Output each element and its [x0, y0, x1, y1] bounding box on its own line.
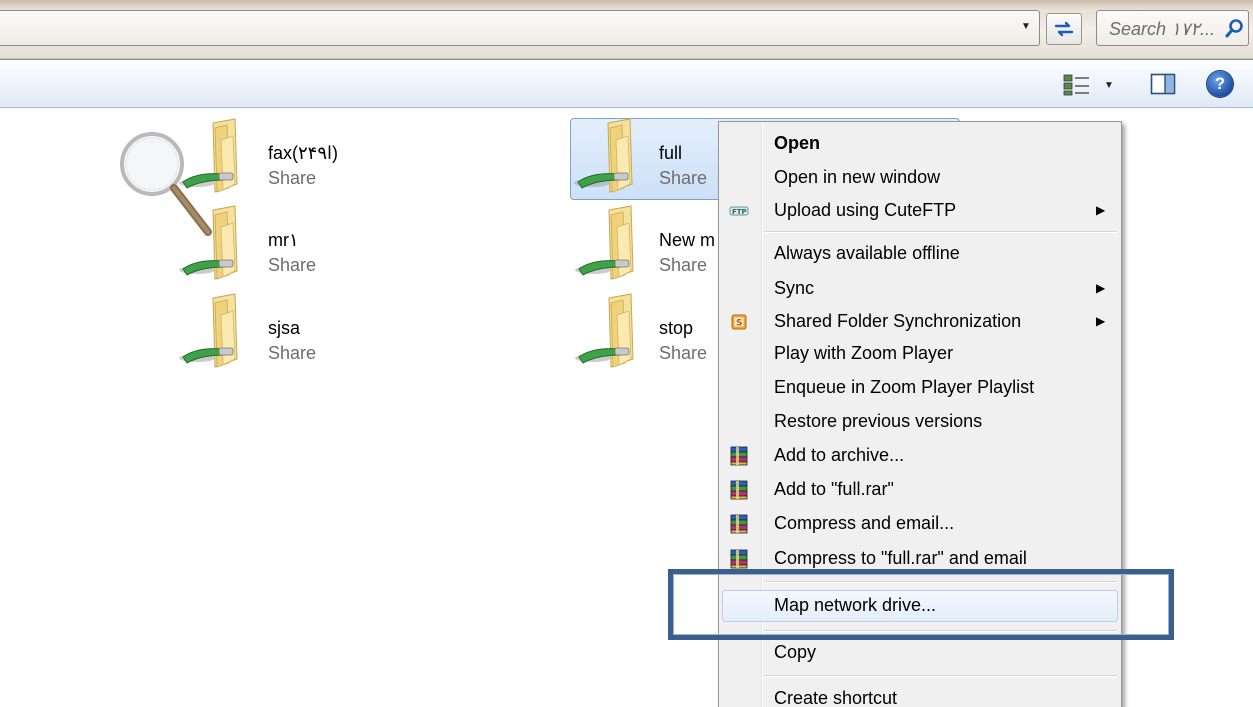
menu-item-label: Sync: [774, 278, 815, 298]
menu-item-play-zoom[interactable]: Play with Zoom Player: [722, 338, 1118, 370]
folder-name: New m: [659, 230, 716, 250]
winrar-icon: [730, 549, 748, 569]
menu-item-compress-email[interactable]: Compress and email...: [722, 508, 1118, 540]
refresh-arrows-icon: [1054, 21, 1074, 37]
menu-separator: [765, 231, 1117, 233]
menu-item-label: Restore previous versions: [774, 411, 983, 431]
folder-subtitle: Share: [268, 343, 317, 363]
menu-item-label: Always available offline: [774, 243, 960, 263]
menu-separator: [765, 675, 1117, 677]
menu-item-enqueue-zoom[interactable]: Enqueue in Zoom Player Playlist: [722, 372, 1118, 404]
menu-item-label: Open in new window: [774, 167, 941, 187]
shared-folder-icon: [574, 118, 633, 193]
menu-item-label: Add to "full.rar": [774, 479, 894, 499]
folder-name: sjsa: [268, 318, 301, 338]
menu-item-sync[interactable]: Sync ▶: [722, 273, 1118, 305]
menu-item-add-archive[interactable]: Add to archive...: [722, 440, 1118, 472]
menu-item-label: Create shortcut: [774, 688, 898, 707]
winrar-icon: [730, 446, 748, 466]
change-view-icon[interactable]: [1063, 74, 1091, 96]
shared-folder-icon: [575, 293, 634, 368]
menu-item-add-full-rar[interactable]: Add to "full.rar": [722, 474, 1118, 506]
magnifier-overlay-icon: [120, 132, 212, 236]
menu-item-restore-versions[interactable]: Restore previous versions: [722, 406, 1118, 438]
menu-item-label: Add to archive...: [774, 445, 905, 465]
menu-item-open-new-window[interactable]: Open in new window: [722, 162, 1118, 194]
shared-folder-icon: [575, 205, 634, 280]
menu-item-label: Compress to "full.rar" and email: [774, 548, 1027, 568]
menu-item-label: Shared Folder Synchronization: [774, 311, 1022, 331]
folder-name: stop: [659, 318, 694, 338]
search-input[interactable]: Search ۱۷۲...: [1096, 10, 1249, 46]
cuteftp-icon: FTP: [729, 206, 749, 216]
menu-item-shared-folder-sync[interactable]: S Shared Folder Synchronization ▶: [722, 306, 1118, 338]
folder-subtitle: Share: [659, 343, 708, 363]
views-dropdown-arrow-icon[interactable]: ▼: [1104, 80, 1114, 91]
menu-item-copy[interactable]: Copy: [722, 637, 1118, 669]
menu-item-upload-cuteftp[interactable]: FTP Upload using CuteFTP ▶: [722, 195, 1118, 227]
preview-pane-icon[interactable]: [1150, 72, 1176, 96]
folder-name: full: [659, 143, 683, 163]
folder-subtitle: Share: [268, 255, 317, 275]
annotation-highlight-box: [668, 569, 1174, 640]
winrar-icon: [730, 480, 748, 500]
svg-text:FTP: FTP: [732, 208, 747, 216]
winrar-icon: [730, 514, 748, 534]
folder-subtitle: Share: [659, 255, 708, 275]
menu-item-open[interactable]: Open: [722, 128, 1118, 160]
magnifier-icon[interactable]: [1225, 18, 1245, 38]
submenu-arrow-icon: ▶: [1096, 314, 1106, 328]
svg-text:S: S: [736, 319, 742, 329]
folder-name: mr۱: [268, 230, 299, 250]
refresh-button[interactable]: [1046, 13, 1082, 45]
shared-folder-icon: [179, 293, 238, 368]
sync-s-icon: S: [731, 314, 747, 330]
menu-item-label: Enqueue in Zoom Player Playlist: [774, 377, 1035, 397]
submenu-arrow-icon: ▶: [1096, 281, 1106, 295]
folder-subtitle: Share: [659, 168, 708, 188]
search-placeholder: Search ۱۷۲...: [1109, 19, 1216, 39]
menu-item-label: Play with Zoom Player: [774, 343, 954, 363]
menu-item-create-shortcut[interactable]: Create shortcut: [722, 683, 1118, 707]
menu-item-label: Compress and email...: [774, 513, 955, 533]
menu-item-label: Upload using CuteFTP: [774, 200, 957, 220]
folder-subtitle: Share: [268, 168, 317, 188]
menu-item-label: Copy: [774, 642, 817, 662]
address-bar: ▼ Search ۱۷۲...: [0, 0, 1253, 60]
menu-item-always-offline[interactable]: Always available offline: [722, 238, 1118, 270]
help-button[interactable]: ?: [1207, 71, 1233, 97]
address-field[interactable]: [0, 10, 1040, 46]
chevron-down-icon[interactable]: ▼: [1021, 22, 1031, 32]
menu-item-label: Open: [774, 133, 821, 153]
list-item-folder[interactable]: sjsa Share: [175, 293, 445, 375]
command-toolbar: ▼ ?: [0, 60, 1253, 108]
folder-name: fax(ا۲۴۹): [268, 143, 339, 163]
submenu-arrow-icon: ▶: [1096, 203, 1106, 217]
